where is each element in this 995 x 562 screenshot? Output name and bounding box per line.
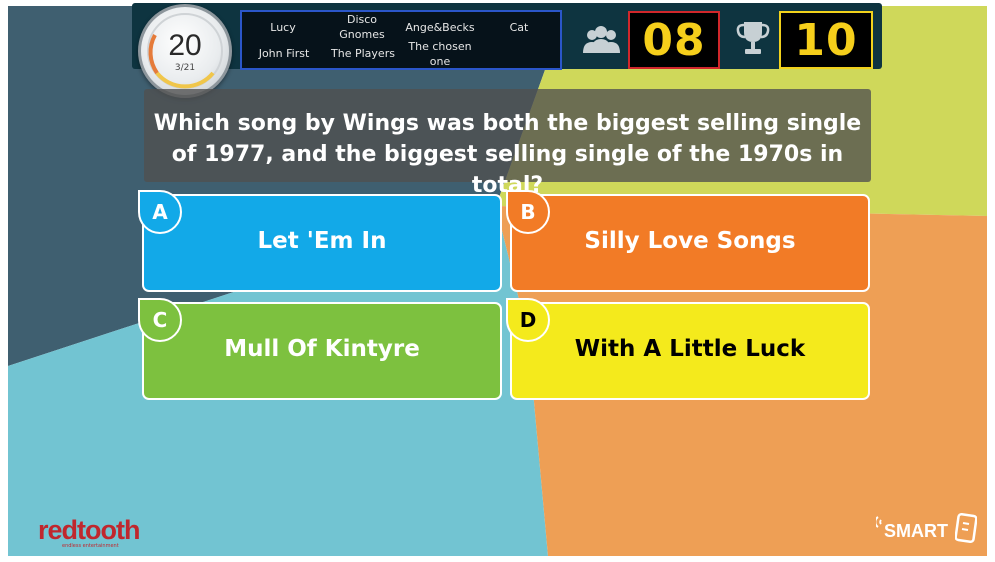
answer-a-button[interactable]: A Let 'Em In	[138, 190, 502, 292]
player-count: 08	[628, 11, 720, 69]
countdown-timer: 20 3/21	[138, 4, 232, 98]
redtooth-logo: redtooth	[38, 515, 140, 545]
phone-icon	[955, 513, 977, 543]
answer-a-text: Let 'Em In	[257, 228, 387, 254]
answer-c-button[interactable]: C Mull Of Kintyre	[138, 298, 502, 400]
team-name: The Players	[331, 47, 395, 60]
question-text: Which song by Wings was both the biggest…	[153, 111, 862, 198]
top-score-value: 10	[794, 15, 858, 66]
question-progress: 3/21	[174, 63, 196, 73]
answer-b-button[interactable]: B Silly Love Songs	[506, 190, 870, 292]
team-name: Lucy	[270, 21, 296, 34]
player-count-value: 08	[642, 15, 706, 66]
question-panel: Which song by Wings was both the biggest…	[144, 89, 871, 198]
redtooth-tagline: endless entertainment	[62, 543, 119, 549]
top-score: 10	[779, 11, 873, 69]
smart-logo: SMART	[884, 521, 948, 541]
answer-d-button[interactable]: D With A Little Luck	[506, 298, 870, 400]
answer-b-text: Silly Love Songs	[584, 228, 796, 254]
trophy-icon	[736, 22, 770, 54]
answer-d-text: With A Little Luck	[574, 336, 806, 362]
team-name: Cat	[509, 21, 529, 34]
wifi-icon	[876, 516, 882, 528]
team-name: Ange&Becks	[405, 21, 475, 34]
people-icon	[583, 26, 620, 53]
team-name: Disco Gnomes	[339, 13, 385, 41]
team-list: Lucy Disco Gnomes Ange&Becks Cat John Fi…	[240, 10, 562, 70]
answer-c-text: Mull Of Kintyre	[224, 336, 420, 362]
team-name: The chosen one	[408, 40, 472, 68]
timer-seconds: 20	[168, 29, 202, 62]
team-name: John First	[258, 47, 310, 60]
